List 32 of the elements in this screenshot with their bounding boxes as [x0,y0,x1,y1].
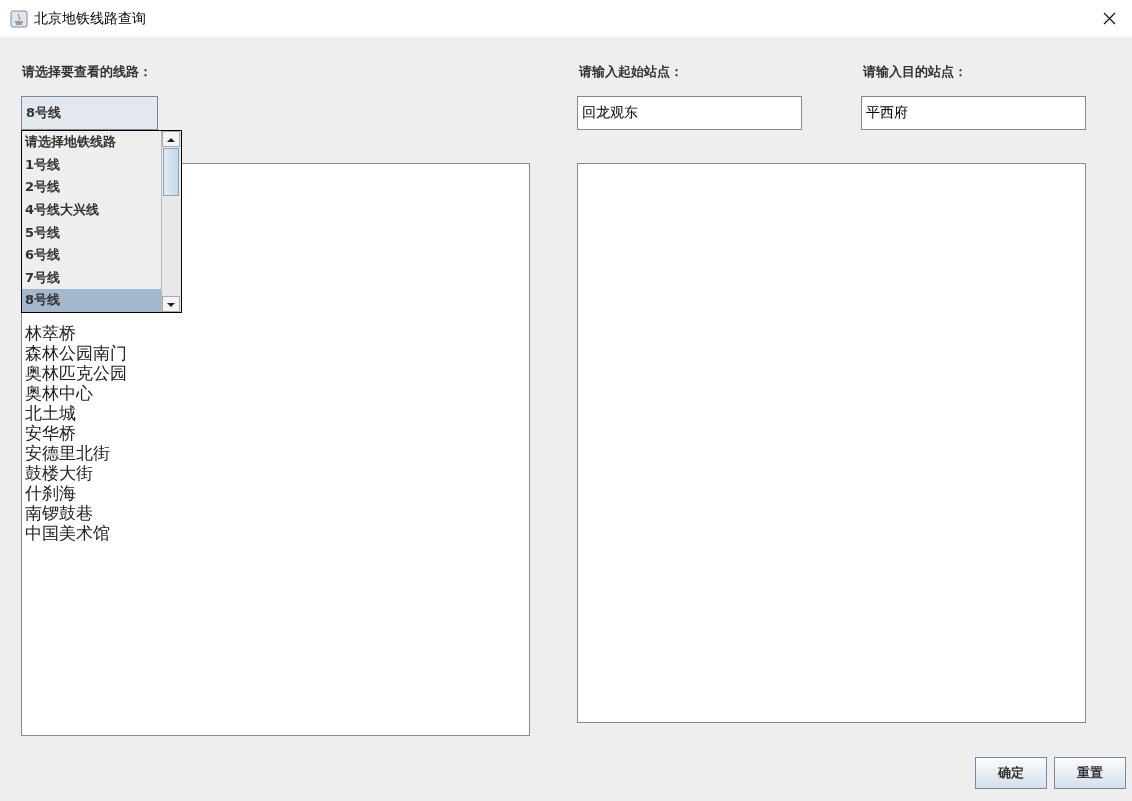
station-name: 安华桥 [25,423,76,443]
scrollbar[interactable] [161,131,181,312]
end-station-field[interactable]: 平西府 [861,96,1086,130]
close-icon[interactable] [1103,12,1116,25]
dropdown-option[interactable]: 2号线 [22,176,161,199]
start-station-field[interactable]: 回龙观东 [577,96,802,130]
station-name: 什刹海 [25,483,76,503]
window-title: 北京地铁线路查询 [34,9,146,28]
station-name: 鼓楼大街 [25,463,93,483]
station-name: 奥林匹克公园 [25,363,127,383]
confirm-button[interactable]: 确定 [975,757,1047,789]
dropdown-option[interactable]: 7号线 [22,266,161,290]
dropdown-option[interactable]: 1号线 [22,153,161,177]
station-name: 奥林中心 [25,383,93,403]
station-name: 南锣鼓巷 [25,503,93,523]
station-name: 森林公园南门 [25,343,127,363]
dropdown-option[interactable]: 4号线大兴线 [22,198,161,222]
station-name: 安德里北街 [25,443,110,463]
dropdown-option[interactable]: 5号线 [22,221,161,244]
dropdown-option[interactable]: 请选择地铁线路 [22,131,161,154]
line-select-label: 请选择要查看的线路： [21,63,153,81]
line-dropdown[interactable]: 8号线 [21,96,158,130]
dropdown-option[interactable]: 6号线 [22,243,161,267]
start-station-label: 请输入起始站点： [577,63,684,81]
scrollbar-thumb[interactable] [163,148,179,196]
station-name: 中国美术馆 [25,523,110,543]
reset-button[interactable]: 重置 [1054,757,1126,789]
station-name: 林萃桥 [25,323,76,343]
station-name: 北土城 [25,403,76,423]
dropdown-option[interactable]: 8号线 [22,289,161,312]
java-app-icon [10,9,28,28]
end-station-label: 请输入目的站点： [861,63,968,81]
